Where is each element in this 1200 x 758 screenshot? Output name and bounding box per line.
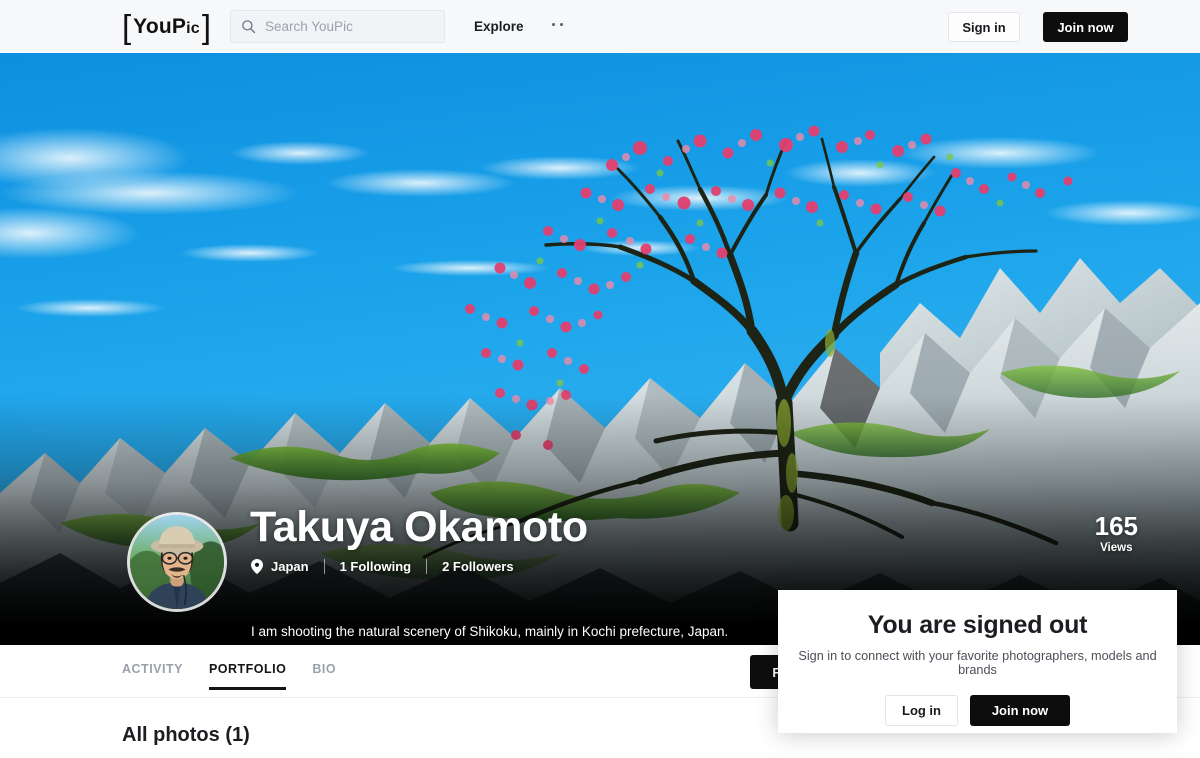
logo-text-p: P — [171, 15, 187, 38]
sign-in-button[interactable]: Sign in — [948, 12, 1020, 42]
profile-tabs: ACTIVITY PORTFOLIO BIO — [122, 662, 336, 690]
more-dot-2 — [560, 23, 563, 26]
profile-following[interactable]: 1 Following — [340, 559, 412, 574]
profile-location: Japan — [271, 559, 309, 574]
search-box[interactable] — [230, 10, 445, 43]
avatar[interactable] — [127, 512, 227, 612]
profile-meta: Japan 1 Following 2 Followers — [251, 559, 514, 574]
youpic-logo[interactable]: [ YouPic ] — [122, 9, 211, 45]
tab-portfolio[interactable]: PORTFOLIO — [208, 662, 287, 690]
views-stat: 165 Views — [1095, 512, 1138, 554]
location-pin-icon — [251, 559, 263, 574]
search-input[interactable] — [265, 19, 434, 34]
avatar-portrait — [130, 515, 224, 609]
profile-followers[interactable]: 2 Followers — [442, 559, 514, 574]
profile-name: Takuya Okamoto — [250, 503, 588, 551]
modal-subtitle: Sign in to connect with your favorite ph… — [798, 649, 1157, 677]
modal-actions: Log in Join now — [778, 695, 1177, 726]
logo-wordmark: YouPic — [131, 15, 202, 39]
meta-separator-2 — [426, 559, 428, 574]
logo-text-ic: ic — [186, 20, 200, 37]
join-now-button-modal[interactable]: Join now — [970, 695, 1070, 726]
signed-out-modal: You are signed out Sign in to connect wi… — [778, 590, 1177, 733]
youpic-profile-page: [ YouPic ] Explore Sign in Join now — [0, 0, 1200, 758]
logo-bracket-left: [ — [122, 8, 132, 45]
join-now-button-header[interactable]: Join now — [1043, 12, 1128, 42]
nav-link-explore[interactable]: Explore — [474, 19, 524, 34]
tab-bio[interactable]: BIO — [312, 662, 336, 690]
meta-separator-1 — [323, 559, 325, 574]
search-icon — [242, 20, 256, 34]
views-label: Views — [1100, 542, 1133, 554]
tab-activity[interactable]: ACTIVITY — [122, 662, 183, 690]
views-count: 165 — [1094, 511, 1138, 541]
top-navigation-bar: [ YouPic ] Explore Sign in Join now — [0, 0, 1200, 53]
logo-bracket-right: ] — [201, 8, 212, 45]
all-photos-heading: All photos (1) — [122, 724, 250, 746]
modal-title: You are signed out — [867, 611, 1088, 639]
more-dot-1 — [552, 23, 555, 26]
more-dots-icon[interactable] — [552, 23, 563, 26]
logo-text-you: You — [133, 15, 172, 38]
profile-bio: I am shooting the natural scenery of Shi… — [251, 624, 729, 639]
log-in-button[interactable]: Log in — [885, 695, 958, 726]
